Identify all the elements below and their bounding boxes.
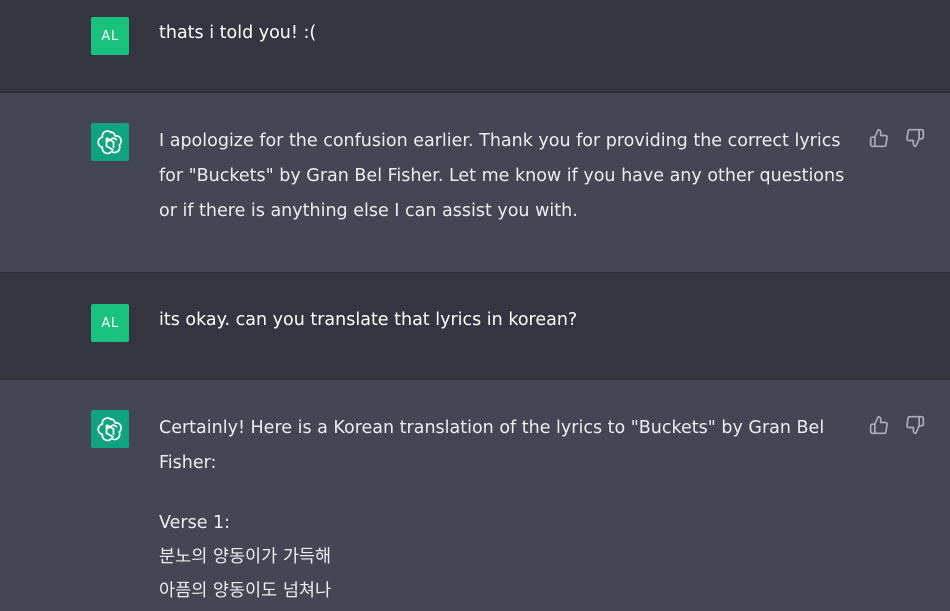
verse-line: 아픔의 양동이도 넘쳐나 [159, 581, 332, 601]
user-avatar: AL [91, 17, 129, 55]
openai-logo-icon [97, 130, 123, 155]
message-text: I apologize for the confusion earlier. T… [159, 131, 850, 221]
thumbs-up-icon[interactable] [868, 127, 890, 149]
assistant-avatar [91, 123, 129, 161]
message-user-1: AL thats i told you! :( [0, 0, 950, 93]
user-avatar: AL [91, 304, 129, 342]
assistant-avatar [91, 410, 129, 448]
verse-line: 분노의 양동이가 가득해 [159, 547, 332, 567]
thumbs-up-icon[interactable] [868, 414, 890, 436]
message-assistant-2: Certainly! Here is a Korean translation … [0, 380, 950, 611]
message-text-intro: Certainly! Here is a Korean translation … [159, 418, 830, 473]
verse-label: Verse 1: [159, 513, 231, 533]
thumbs-down-icon[interactable] [904, 127, 926, 149]
feedback-actions [868, 127, 926, 149]
message-text: thats i told you! :( [159, 23, 317, 43]
thumbs-down-icon[interactable] [904, 414, 926, 436]
feedback-actions [868, 414, 926, 436]
message-user-2: AL its okay. can you translate that lyri… [0, 273, 950, 380]
message-text: its okay. can you translate that lyrics … [159, 310, 578, 330]
openai-logo-icon [97, 417, 123, 442]
message-assistant-1: I apologize for the confusion earlier. T… [0, 93, 950, 273]
